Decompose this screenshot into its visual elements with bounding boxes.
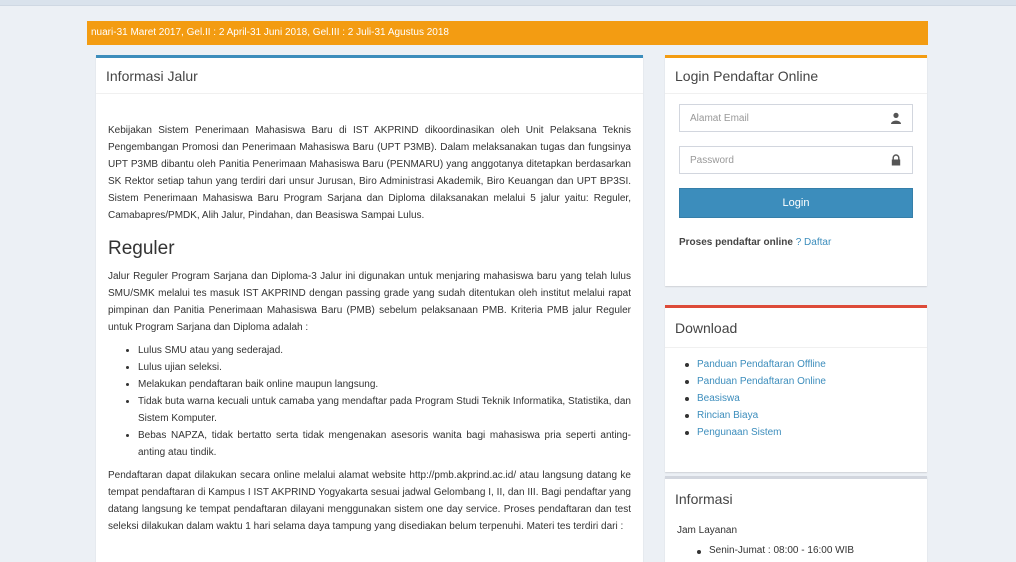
criteria-list: Lulus SMU atau yang sederajad. Lulus uji… bbox=[108, 342, 631, 461]
info-jalur-panel: Informasi Jalur Kebijakan Sistem Penerim… bbox=[96, 55, 643, 562]
login-title: Login Pendaftar Online bbox=[665, 58, 927, 94]
download-item: Rincian Biaya bbox=[685, 407, 927, 424]
user-icon bbox=[890, 112, 902, 124]
download-link-beasiswa[interactable]: Beasiswa bbox=[697, 393, 740, 404]
login-panel: Login Pendaftar Online Login Proses pend… bbox=[665, 55, 927, 286]
criteria-item: Melakukan pendaftaran baik online maupun… bbox=[138, 376, 631, 393]
register-prompt: Proses pendaftar online ? Daftar bbox=[679, 237, 913, 248]
jam-layanan-item: Senin-Jumat : 08:00 - 16:00 WIB bbox=[697, 544, 915, 558]
password-input[interactable] bbox=[680, 147, 900, 173]
top-bar bbox=[0, 0, 1016, 6]
download-item: Panduan Pendaftaran Offline bbox=[685, 356, 927, 373]
download-item: Panduan Pendaftaran Online bbox=[685, 373, 927, 390]
register-link[interactable]: Daftar bbox=[804, 237, 831, 248]
info-jalur-body: Kebijakan Sistem Penerimaan Mahasiswa Ba… bbox=[96, 94, 643, 535]
jam-layanan-label: Jam Layanan bbox=[677, 525, 738, 536]
jam-layanan-list: Senin-Jumat : 08:00 - 16:00 WIB bbox=[677, 544, 915, 558]
criteria-item: Lulus ujian seleksi. bbox=[138, 359, 631, 376]
download-link-rincian-biaya[interactable]: Rincian Biaya bbox=[697, 410, 758, 421]
intro-paragraph: Kebijakan Sistem Penerimaan Mahasiswa Ba… bbox=[108, 125, 631, 221]
informasi-panel: Informasi Jam Layanan Senin-Jumat : 08:0… bbox=[665, 476, 927, 562]
download-link-panduan-online[interactable]: Panduan Pendaftaran Online bbox=[697, 376, 826, 387]
registration-schedule-marquee: nuari-31 Maret 2017, Gel.II : 2 April-31… bbox=[87, 21, 928, 45]
lock-icon bbox=[890, 154, 902, 166]
download-item: Beasiswa bbox=[685, 390, 927, 407]
email-field-wrapper bbox=[679, 104, 913, 132]
login-button[interactable]: Login bbox=[679, 188, 913, 218]
info-jalur-title: Informasi Jalur bbox=[96, 58, 643, 94]
download-list: Panduan Pendaftaran Offline Panduan Pend… bbox=[665, 356, 927, 441]
criteria-item: Lulus SMU atau yang sederajad. bbox=[138, 342, 631, 359]
download-link-panduan-offline[interactable]: Panduan Pendaftaran Offline bbox=[697, 359, 826, 370]
download-link-pengunaan-sistem[interactable]: Pengunaan Sistem bbox=[697, 427, 782, 438]
informasi-title: Informasi bbox=[675, 491, 733, 507]
download-item: Pengunaan Sistem bbox=[685, 424, 927, 441]
reguler-description: Jalur Reguler Program Sarjana dan Diplom… bbox=[108, 271, 631, 333]
email-input[interactable] bbox=[680, 105, 900, 131]
informasi-body: Jam Layanan Senin-Jumat : 08:00 - 16:00 … bbox=[665, 519, 927, 558]
register-prompt-text: Proses pendaftar online bbox=[679, 237, 793, 248]
pendaftaran-paragraph: Pendaftaran dapat dilakukan secara onlin… bbox=[108, 470, 631, 532]
reguler-heading: Reguler bbox=[108, 238, 175, 259]
criteria-item: Bebas NAPZA, tidak bertatto serta tidak … bbox=[138, 427, 631, 461]
download-title: Download bbox=[665, 308, 927, 348]
download-panel: Download Panduan Pendaftaran Offline Pan… bbox=[665, 305, 927, 472]
criteria-item: Tidak buta warna kecuali untuk camaba ya… bbox=[138, 393, 631, 427]
password-field-wrapper bbox=[679, 146, 913, 174]
register-prompt-sep: ? bbox=[795, 237, 802, 248]
login-form: Login Proses pendaftar online ? Daftar bbox=[665, 94, 927, 248]
